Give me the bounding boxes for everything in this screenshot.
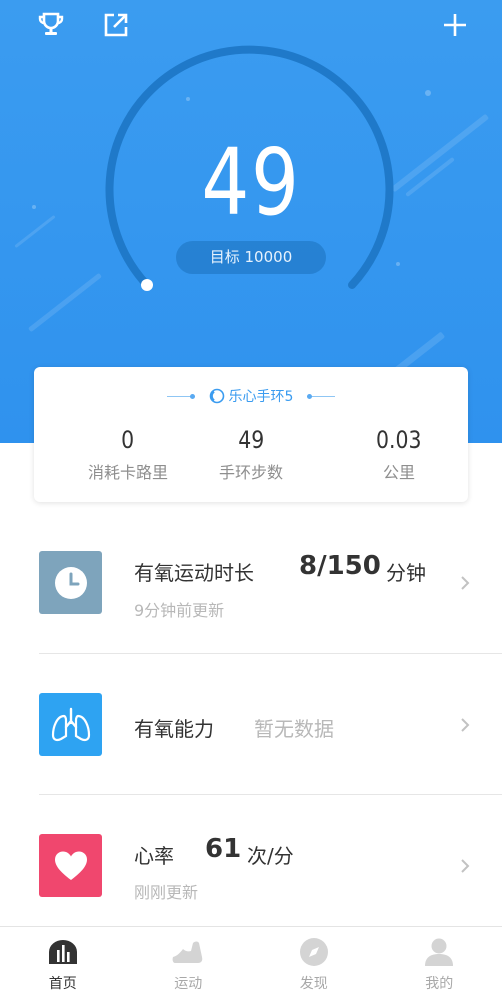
step-count: 49 xyxy=(201,129,301,236)
band-steps-stat: 49 手环步数 xyxy=(181,425,321,483)
divider-line xyxy=(307,393,336,399)
heart-rate-title: 心率 xyxy=(134,844,174,868)
aerobic-duration-row[interactable]: 有氧运动时长 8/150 分钟 9分钟前更新 xyxy=(0,551,502,692)
nav-home-label: 首页 xyxy=(48,976,77,992)
lungs-tile xyxy=(39,693,102,756)
nav-home[interactable]: 首页 xyxy=(0,927,126,1000)
share-icon xyxy=(104,13,128,37)
bottom-nav: 首页 运动 发现 我的 xyxy=(0,926,502,1000)
nav-discover[interactable]: 发现 xyxy=(251,927,377,1000)
aerobic-capacity-title: 有氧能力 xyxy=(134,717,214,741)
share-button[interactable] xyxy=(99,8,133,42)
aerobic-duration-unit: 分钟 xyxy=(386,561,426,585)
plus-icon xyxy=(444,14,466,36)
heart-rate-value: 61 xyxy=(205,834,242,864)
distance-value: 0.03 xyxy=(376,426,422,454)
shoe-icon xyxy=(171,937,205,967)
nav-discover-label: 发现 xyxy=(299,976,328,992)
device-name: 乐心手环5 xyxy=(228,389,294,405)
nav-sport[interactable]: 运动 xyxy=(126,927,252,1000)
chevron-right-icon xyxy=(461,718,470,732)
lungs-icon xyxy=(51,707,90,741)
nav-sport-label: 运动 xyxy=(174,976,203,992)
distance-stat: 0.03 公里 xyxy=(329,425,469,483)
heart-tile xyxy=(39,834,102,897)
nav-profile[interactable]: 我的 xyxy=(377,927,502,1000)
compass-icon xyxy=(297,937,331,967)
aerobic-capacity-row[interactable]: 有氧能力 暂无数据 xyxy=(0,693,502,834)
aerobic-duration-updated: 9分钟前更新 xyxy=(134,601,225,620)
divider-line xyxy=(166,393,195,399)
device-summary-card[interactable]: 乐心手环5 0 消耗卡路里 49 手环步数 0.03 公里 xyxy=(34,367,468,502)
band-icon xyxy=(209,388,224,404)
calories-label: 消耗卡路里 xyxy=(87,463,168,482)
band-steps-value: 49 xyxy=(238,426,264,454)
band-steps-label: 手环步数 xyxy=(218,463,283,482)
row-divider xyxy=(39,653,502,654)
add-button[interactable] xyxy=(438,8,472,42)
heart-icon xyxy=(54,851,87,880)
calories-value: 0 xyxy=(121,426,135,454)
heart-rate-unit: 次/分 xyxy=(247,844,294,868)
aerobic-duration-value: 8/150 xyxy=(299,551,381,581)
aerobic-capacity-status: 暂无数据 xyxy=(254,717,334,741)
chevron-right-icon xyxy=(461,859,470,873)
step-goal-pill[interactable]: 目标 10000 xyxy=(176,241,326,274)
device-label-row: 乐心手环5 xyxy=(34,385,468,407)
trophy-icon xyxy=(38,12,64,35)
row-divider xyxy=(39,794,502,795)
clock-icon xyxy=(54,566,87,599)
nav-profile-label: 我的 xyxy=(425,976,454,992)
chevron-right-icon xyxy=(461,576,470,590)
home-chart-icon xyxy=(46,937,80,967)
heart-rate-updated: 刚刚更新 xyxy=(134,883,199,902)
calories-stat: 0 消耗卡路里 xyxy=(58,425,198,483)
aerobic-duration-title: 有氧运动时长 xyxy=(134,561,254,585)
trophy-button[interactable] xyxy=(34,8,68,42)
distance-label: 公里 xyxy=(382,463,415,482)
profile-icon xyxy=(422,937,456,967)
clock-tile xyxy=(39,551,102,614)
step-ring-progress-dot xyxy=(141,279,153,291)
